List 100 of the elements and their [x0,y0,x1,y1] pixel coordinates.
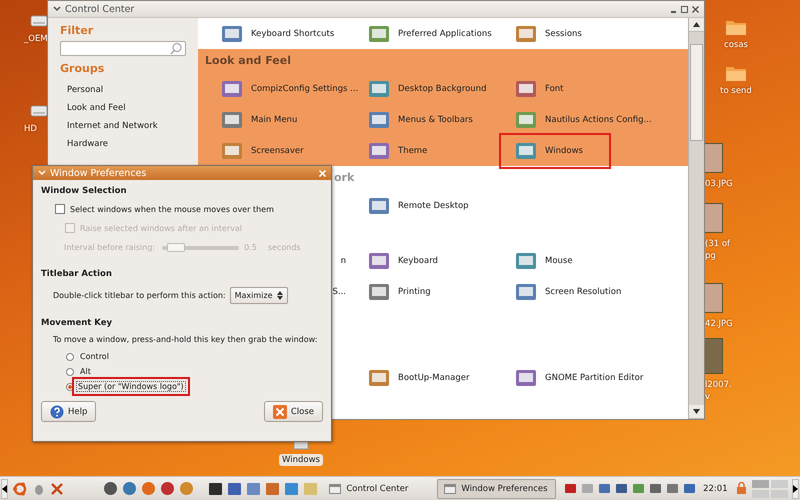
program-icon [515,24,537,44]
close-button[interactable]: Close [264,401,323,422]
help-button[interactable]: Help [41,401,96,422]
checkbox-label[interactable]: Select windows when the mouse moves over them [70,204,274,214]
program-icon [515,368,537,388]
launcher-icon[interactable] [122,481,138,496]
tray-icon[interactable] [564,482,578,495]
checkbox[interactable] [55,204,65,214]
desktop-icon-label: (31 of [705,239,730,249]
desktop-icon-label: to send [720,86,752,96]
scrollbar-thumb[interactable] [690,44,703,141]
launcher-icon[interactable] [141,481,156,496]
radio-label[interactable]: Control [78,351,111,362]
workspace-switcher-icon[interactable] [752,480,788,498]
control-item[interactable]: Font [515,78,564,98]
control-item[interactable]: Remote Desktop [368,196,469,216]
program-icon [221,78,243,98]
arrow-right-icon [792,484,798,492]
section-heading: Titlebar Action [41,269,112,279]
sidebar-item[interactable]: Internet and Network [67,117,158,135]
program-icon [515,250,537,270]
desktop-icon-label: 42.JPG [705,319,733,329]
control-item[interactable]: Theme [368,140,428,160]
maximize-icon[interactable] [681,6,688,12]
photo-placeholder[interactable] [705,203,723,233]
control-item[interactable]: BootUp-Manager [368,368,470,388]
control-item-label[interactable]: S... [332,286,346,296]
program-icon [368,24,390,44]
program-icon [368,78,390,98]
photo-placeholder[interactable] [705,283,723,313]
program-icon [368,282,390,302]
control-item[interactable]: Screensaver [221,140,304,160]
sidebar-item[interactable]: Look and Feel [67,99,126,117]
program-icon [368,368,390,388]
desktop-icon-label: l2007. [705,380,732,390]
tray-icon[interactable] [649,482,662,495]
clock[interactable]: 22:01 [700,484,731,494]
control-item[interactable]: Keyboard Shortcuts [221,24,334,44]
program-icon [221,110,243,130]
lock-icon[interactable] [734,482,748,495]
desktop-icon-label: cosas [724,40,748,50]
control-item-label[interactable]: n [340,256,346,266]
desktop-icon-label: v [705,392,710,402]
control-item[interactable]: CompizConfig Settings ... [221,78,358,98]
instruction-text: To move a window, press-and-hold this key then grab the window: [53,335,318,344]
taskbar-task[interactable]: Control Center [322,478,434,498]
radio-label[interactable]: Alt [78,366,93,377]
tray-icon[interactable] [666,482,680,495]
photo-placeholder[interactable] [705,143,723,173]
combo-label: Double-click titlebar to perform this action: [53,291,226,300]
radio-button[interactable] [66,352,74,360]
app-launcher-icon[interactable] [208,482,224,496]
control-item[interactable]: GNOME Partition Editor [515,368,644,388]
slider-track[interactable] [162,246,240,250]
arrow-down-icon[interactable] [693,409,700,414]
control-item[interactable]: Screen Resolution [515,282,622,302]
sidebar-item[interactable]: Hardware [67,135,108,153]
control-item[interactable]: Menus & Toolbars [368,110,473,130]
control-item[interactable]: Sessions [515,24,582,44]
drive-icon[interactable] [30,104,48,118]
highlighted-item[interactable]: Windows [501,134,609,166]
sidebar-heading: Groups [60,62,104,75]
dialog-title: Window Preferences [50,168,146,178]
tray-icon[interactable] [632,482,646,495]
app-launcher-icon[interactable] [227,482,242,496]
program-icon [221,140,243,160]
tray-icon[interactable] [615,482,628,495]
launcher-icon[interactable] [103,481,118,496]
control-item[interactable]: Main Menu [221,110,298,130]
control-item[interactable]: Desktop Background [368,78,486,98]
scrollbar[interactable] [688,18,704,419]
close-icon[interactable] [692,6,699,12]
control-item[interactable]: Preferred Applications [368,24,492,44]
control-item[interactable]: Nautilus Actions Config... [515,110,652,130]
taskbar-task[interactable]: Window Preferences [437,478,556,498]
tray-icon[interactable] [598,482,612,495]
program-icon [368,250,390,270]
desktop-icon-label: 03.JPG [705,179,733,189]
help-icon [50,404,64,418]
chevron-down-icon[interactable] [53,5,61,13]
program-icon [368,140,390,160]
control-item[interactable]: Keyboard [368,250,438,270]
slider-unit: seconds [268,243,301,252]
highlighted-radio-label[interactable]: Super (or "Windows logo") [72,377,190,396]
search-field[interactable] [60,41,186,56]
control-item[interactable]: Mouse [515,250,573,270]
scroll-right-button[interactable] [792,478,799,498]
control-item[interactable]: Printing [368,282,431,302]
drive-icon[interactable] [30,14,48,28]
radio-button[interactable] [66,368,74,376]
close-icon [272,404,287,418]
launcher-icon[interactable] [160,481,176,496]
scroll-left-button[interactable] [1,478,8,498]
window-icon [444,484,456,494]
folder-icon[interactable] [725,18,747,36]
tray-icon[interactable] [683,482,696,495]
folder-icon[interactable] [725,64,747,82]
action-dropdown[interactable]: Maximize [230,287,288,304]
sidebar-item[interactable]: Personal [67,81,104,99]
arrow-up-icon[interactable] [693,22,700,27]
